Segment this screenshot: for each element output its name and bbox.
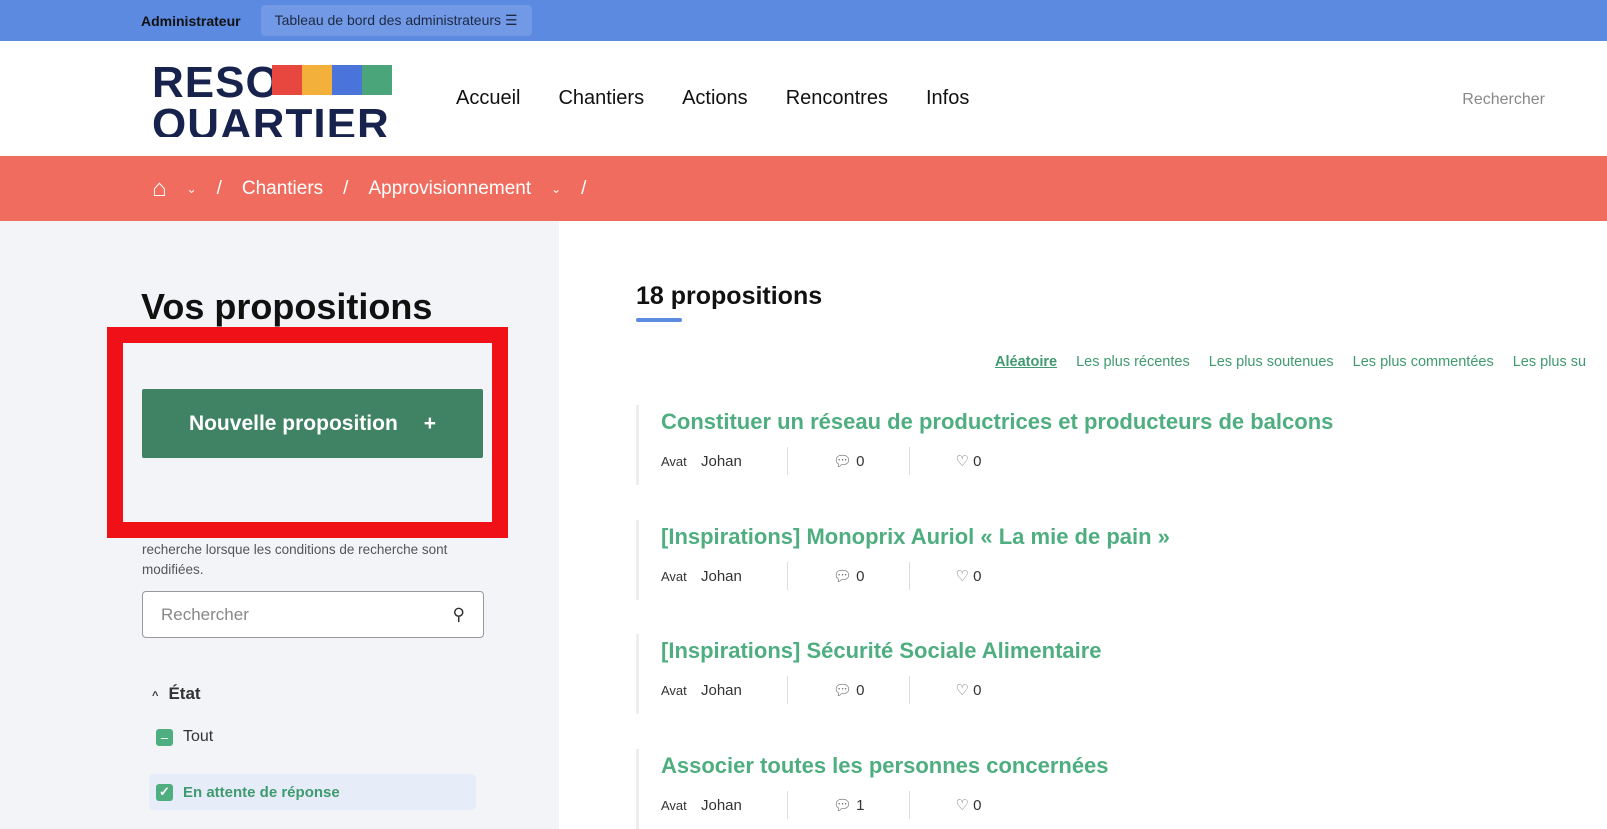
supports-count: 0 xyxy=(973,567,982,585)
sort-random[interactable]: Aléatoire xyxy=(995,354,1057,370)
sort-supported[interactable]: Les plus soutenues xyxy=(1209,354,1334,370)
separator: / xyxy=(216,177,222,199)
divider xyxy=(786,676,788,704)
admin-dashboard-label: Tableau de bord des administrateurs xyxy=(274,12,502,28)
main-nav: Accueil Chantiers Actions Rencontres Inf… xyxy=(456,87,969,110)
proposal-meta: Avat Johan 💬︎ 0 ♡ 0 xyxy=(661,562,1596,590)
supports-count: 0 xyxy=(973,452,982,470)
avatar: Avat xyxy=(661,568,687,584)
divider xyxy=(909,562,911,590)
search-icon[interactable]: ⚲ xyxy=(453,605,465,625)
comments-icon: 💬︎ xyxy=(832,797,852,814)
author-name[interactable]: Johan xyxy=(701,453,742,470)
comments-icon: 💬︎ xyxy=(832,453,852,470)
divider xyxy=(786,791,788,819)
checkbox-indeterminate-icon[interactable]: – xyxy=(156,728,173,746)
filter-label: En attente de réponse xyxy=(183,783,340,801)
proposal-meta: Avat Johan 💬︎ 0 ♡ 0 xyxy=(661,447,1596,475)
admin-role: Administrateur xyxy=(141,12,241,29)
chevron-down-icon[interactable]: ⌄ xyxy=(551,182,561,196)
admin-bar: Administrateur Tableau de bord des admin… xyxy=(0,0,1607,41)
puzzle-piece-icon xyxy=(332,64,362,95)
header-search[interactable]: Rechercher xyxy=(1462,91,1545,109)
proposal-title[interactable]: [Inspirations] Sécurité Sociale Alimenta… xyxy=(661,638,1596,664)
proposal-meta: Avat Johan 💬︎ 0 ♡ 0 xyxy=(661,676,1596,704)
divider xyxy=(786,562,788,590)
logo[interactable]: RESO QUARTIER xyxy=(152,61,392,137)
home-icon[interactable]: ⌂ xyxy=(152,175,167,203)
separator: / xyxy=(343,177,349,199)
author-name[interactable]: Johan xyxy=(701,797,742,814)
results-count: 18 propositions xyxy=(636,282,823,310)
author-name[interactable]: Johan xyxy=(701,568,742,585)
logo-text-2: QUARTIER xyxy=(152,99,390,137)
filter-all[interactable]: – Tout xyxy=(156,728,213,746)
breadcrumb: ⌂ ⌄ / Chantiers / Approvisionnement ⌄ / xyxy=(0,156,1607,221)
search-input[interactable]: Rechercher ⚲ xyxy=(142,591,484,638)
proposal-title[interactable]: Associer toutes les personnes concernées xyxy=(661,753,1596,779)
puzzle-piece-icon xyxy=(362,64,392,95)
divider xyxy=(909,676,911,704)
sliders-icon: ☰ xyxy=(504,12,518,28)
sort-options: Aléatoire Les plus récentes Les plus sou… xyxy=(995,354,1586,370)
heart-icon: ♡ xyxy=(955,797,969,814)
site-header: RESO QUARTIER Accueil Chantiers Actions … xyxy=(0,41,1607,156)
separator: / xyxy=(581,177,587,199)
heart-icon: ♡ xyxy=(955,453,969,470)
nav-accueil[interactable]: Accueil xyxy=(456,87,520,110)
proposal-card: [Inspirations] Monoprix Auriol « La mie … xyxy=(636,520,1596,600)
sort-commented[interactable]: Les plus commentées xyxy=(1353,354,1494,370)
highlight-box xyxy=(107,327,508,538)
nav-rencontres[interactable]: Rencontres xyxy=(786,87,888,110)
proposal-meta: Avat Johan 💬︎ 1 ♡ 0 xyxy=(661,791,1596,819)
checkbox-checked-icon[interactable]: ✓ xyxy=(156,783,173,801)
heart-icon: ♡ xyxy=(955,682,969,699)
nav-actions[interactable]: Actions xyxy=(682,87,748,110)
logo-text: RESO xyxy=(152,60,281,107)
comments-count: 0 xyxy=(856,452,865,470)
avatar: Avat xyxy=(661,453,687,469)
comments-count: 0 xyxy=(856,681,865,699)
nav-chantiers[interactable]: Chantiers xyxy=(558,87,644,110)
comments-count: 0 xyxy=(856,567,865,585)
divider xyxy=(909,447,911,475)
proposal-title[interactable]: Constituer un réseau de productrices et … xyxy=(661,409,1596,435)
breadcrumb-approvisionnement[interactable]: Approvisionnement xyxy=(368,178,531,200)
divider xyxy=(909,791,911,819)
breadcrumb-chantiers[interactable]: Chantiers xyxy=(242,178,323,200)
heart-icon: ♡ xyxy=(955,568,969,585)
sort-more[interactable]: Les plus su xyxy=(1513,354,1586,370)
proposal-card: Constituer un réseau de productrices et … xyxy=(636,405,1596,485)
supports-count: 0 xyxy=(973,796,982,814)
supports-count: 0 xyxy=(973,681,982,699)
chevron-down-icon[interactable]: ⌄ xyxy=(187,182,197,196)
nav-infos[interactable]: Infos xyxy=(926,87,969,110)
proposal-title[interactable]: [Inspirations] Monoprix Auriol « La mie … xyxy=(661,524,1596,550)
avatar: Avat xyxy=(661,682,687,698)
comments-icon: 💬︎ xyxy=(832,568,852,585)
divider xyxy=(786,447,788,475)
proposal-card: [Inspirations] Sécurité Sociale Alimenta… xyxy=(636,634,1596,714)
avatar: Avat xyxy=(661,797,687,813)
puzzle-piece-icon xyxy=(302,64,332,95)
puzzle-piece-icon xyxy=(272,64,302,95)
author-name[interactable]: Johan xyxy=(701,682,742,699)
count-underline xyxy=(636,318,682,322)
filter-state-toggle[interactable]: ^ État xyxy=(152,684,201,704)
filter-label: Tout xyxy=(183,728,214,745)
admin-dashboard-link[interactable]: Tableau de bord des administrateurs ☰ xyxy=(260,5,532,36)
proposal-card: Associer toutes les personnes concernées… xyxy=(636,749,1596,829)
filter-pending[interactable]: ✓ En attente de réponse xyxy=(149,774,476,810)
search-placeholder: Rechercher xyxy=(161,604,249,624)
filter-title: État xyxy=(168,684,201,703)
sort-recent[interactable]: Les plus récentes xyxy=(1076,354,1190,370)
comments-count: 1 xyxy=(856,796,865,814)
page-title: Vos propositions xyxy=(141,286,433,327)
chevron-up-icon: ^ xyxy=(152,690,159,702)
comments-icon: 💬︎ xyxy=(832,682,852,699)
